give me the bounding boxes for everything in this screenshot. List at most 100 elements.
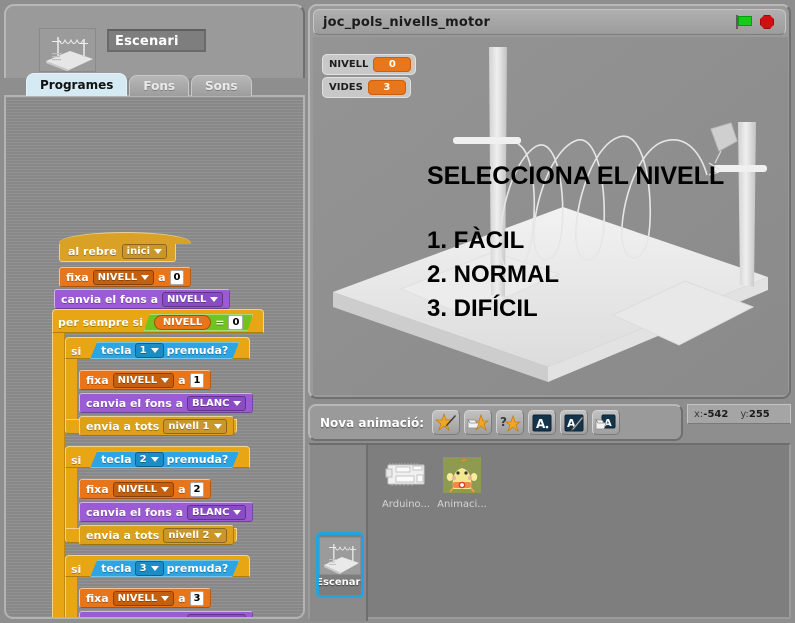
sprite-arduino-thumbnail: [384, 455, 428, 495]
stage-tile-thumbnail: [319, 537, 361, 575]
forever-if-header[interactable]: per sempre si NIVELL = 0: [58, 314, 253, 331]
key-dropdown-2[interactable]: 2: [135, 452, 164, 467]
to-label-2: a: [178, 482, 186, 496]
paint-arduino-board-button[interactable]: A: [560, 410, 589, 435]
stage-canvas[interactable]: NIVELL 0 VIDES 3 SELECCIONA EL NIVELL 1.…: [313, 37, 788, 395]
when-i-receive-block[interactable]: al rebre inici: [59, 232, 191, 262]
backdrop-dropdown-1[interactable]: BLANC: [187, 395, 247, 411]
variable-dropdown[interactable]: NIVELL: [92, 269, 155, 285]
new-sprite-label: Nova animació:: [320, 415, 425, 430]
if-header-1[interactable]: si tecla 1 premuda?: [71, 342, 239, 359]
forever-if-label: per sempre si: [58, 315, 143, 329]
set-label-2: fixa: [86, 482, 109, 496]
backdrop-dropdown-2[interactable]: BLANC: [187, 504, 247, 520]
switch-backdrop-block-0[interactable]: canvia el fons a NIVELL: [54, 289, 231, 309]
set-variable-block-0[interactable]: fixa NIVELL a 0: [59, 267, 192, 287]
key-dropdown-3[interactable]: 3: [135, 561, 164, 576]
set-variable-block-3[interactable]: fixa NIVELL a 3: [79, 588, 212, 608]
stage-panel: joc_pols_nivells_motor NIVELL 0 VIDES 3 …: [308, 4, 791, 399]
svg-text:?: ?: [500, 415, 507, 429]
set-variable-block-2[interactable]: fixa NIVELL a 2: [79, 479, 212, 499]
equals-operator-block[interactable]: NIVELL = 0: [144, 314, 254, 331]
sprite-tile-animacio[interactable]: Animaci...: [434, 455, 490, 519]
key-post-label-2: premuda?: [166, 453, 229, 466]
monitor-nivell-label: NIVELL: [329, 59, 369, 70]
broadcast-dropdown-2[interactable]: nivell 2: [163, 527, 227, 543]
tab-sons[interactable]: Sons: [191, 75, 252, 96]
tab-programes[interactable]: Programes: [26, 73, 128, 96]
variable-dropdown-2[interactable]: NIVELL: [112, 481, 175, 497]
tab-fons[interactable]: Fons: [129, 75, 189, 96]
y-value: 255: [748, 408, 770, 420]
if-label-2: si: [71, 453, 82, 467]
switch-backdrop-block-2[interactable]: canvia el fons a BLANC: [79, 502, 254, 522]
stage-title-text: SELECCIONA EL NIVELL: [427, 162, 725, 190]
new-arduino-board-button[interactable]: A: [528, 410, 557, 435]
variable-dropdown-1[interactable]: NIVELL: [112, 372, 175, 388]
when-receive-dropdown[interactable]: inici: [121, 244, 168, 259]
random-sprite-button[interactable]: ?: [496, 410, 525, 435]
value-input-2[interactable]: 2: [189, 481, 205, 497]
key-pre-label-3: tecla: [101, 562, 132, 575]
sprite-header-panel: Escenari: [4, 4, 305, 78]
value-input-3[interactable]: 3: [189, 590, 205, 606]
stop-sign-icon[interactable]: [760, 15, 774, 29]
stage-thumbnail[interactable]: [39, 28, 96, 72]
sprite-name-field[interactable]: Escenari: [107, 29, 206, 52]
open-sprite-file-button[interactable]: [464, 410, 493, 435]
variable-reporter-nivell[interactable]: NIVELL: [154, 315, 211, 330]
key-pressed-block-2[interactable]: tecla 2 premuda?: [90, 451, 239, 468]
switch-backdrop-block-3[interactable]: canvia el fons a BLANC: [79, 611, 254, 618]
value-input-1[interactable]: 1: [189, 372, 205, 388]
key-pre-label-2: tecla: [101, 453, 132, 466]
backdrop-dropdown[interactable]: NIVELL: [162, 291, 224, 307]
equals-right-input[interactable]: 0: [228, 315, 243, 330]
project-title: joc_pols_nivells_motor: [323, 14, 491, 30]
if-label-1: si: [71, 344, 82, 358]
sprite-tile-arduino[interactable]: Arduino...: [378, 455, 434, 519]
monitor-nivell-value: 0: [373, 57, 412, 72]
stage-tile[interactable]: Escenari: [316, 532, 364, 598]
monitor-vides[interactable]: VIDES 3: [322, 77, 411, 98]
broadcast-block-2[interactable]: envia a tots nivell 2: [79, 525, 234, 545]
sprite-list-pane[interactable]: Escenari Arduino... Animaci...: [308, 443, 791, 621]
sprite-arduino-caption: Arduino...: [381, 499, 431, 510]
when-receive-label: al rebre: [68, 245, 117, 258]
monitor-nivell[interactable]: NIVELL 0: [322, 54, 417, 75]
key-dropdown-1[interactable]: 1: [135, 343, 164, 358]
key-pressed-block-1[interactable]: tecla 1 premuda?: [90, 342, 239, 359]
paint-new-sprite-button[interactable]: [432, 410, 461, 435]
if-header-2[interactable]: si tecla 2 premuda?: [71, 451, 239, 468]
value-input[interactable]: 0: [169, 269, 185, 285]
switch-backdrop-block-1[interactable]: canvia el fons a BLANC: [79, 393, 254, 413]
scripts-canvas[interactable]: al rebre inici fixa NIVELL a 0 canvia el…: [4, 95, 305, 619]
if-header-3[interactable]: si tecla 3 premuda?: [71, 560, 239, 577]
monitor-vides-value: 3: [367, 80, 406, 95]
scratch-window: Escenari Programes Fons Sons al rebre in…: [0, 0, 795, 623]
variable-dropdown-3[interactable]: NIVELL: [112, 590, 175, 606]
to-label-1: a: [178, 373, 186, 387]
set-variable-block-1[interactable]: fixa NIVELL a 1: [79, 370, 212, 390]
key-pre-label-1: tecla: [101, 344, 132, 357]
switch-backdrop-label: canvia el fons a: [61, 292, 159, 306]
hat-cap: [59, 232, 191, 244]
switch-backdrop-label-3: canvia el fons a: [86, 615, 183, 618]
set-label-3: fixa: [86, 591, 109, 605]
broadcast-dropdown-1[interactable]: nivell 1: [163, 418, 227, 434]
key-post-label-3: premuda?: [166, 562, 229, 575]
key-pressed-block-3[interactable]: tecla 3 premuda?: [90, 560, 239, 577]
to-label: a: [158, 270, 166, 284]
equals-sign: =: [215, 316, 225, 329]
stage-option-1: 1. FÀCIL: [427, 227, 525, 254]
broadcast-block-1[interactable]: envia a tots nivell 1: [79, 416, 234, 436]
switch-backdrop-label-2: canvia el fons a: [86, 505, 184, 519]
backdrop-dropdown-3[interactable]: BLANC: [187, 613, 247, 617]
open-arduino-board-button[interactable]: A: [592, 410, 621, 435]
set-label: fixa: [66, 270, 89, 284]
x-value: -542: [703, 408, 729, 420]
svg-text:A: A: [536, 417, 546, 431]
if-label-3: si: [71, 562, 82, 576]
sprite-tabs: Programes Fons Sons: [26, 73, 252, 96]
green-flag-icon[interactable]: [736, 15, 752, 29]
broadcast-label-1: envia a tots: [86, 419, 160, 433]
